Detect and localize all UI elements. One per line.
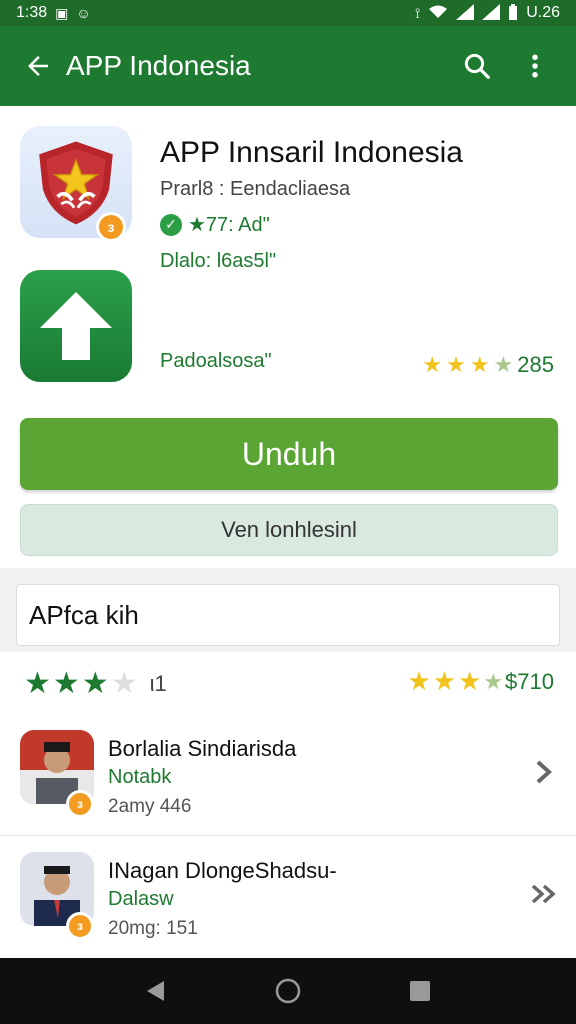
app-meta-text: ★77: Ad" xyxy=(188,214,270,236)
badge-icon: ɜ xyxy=(66,912,94,940)
rating-left-text: ι1 xyxy=(149,670,167,696)
app-meta: ✓ ★77: Ad" xyxy=(160,212,270,237)
nav-recents-button[interactable] xyxy=(400,971,440,1011)
list-item[interactable]: ɜ Borlalia Sindiarisda Notabk 2amy 446 xyxy=(0,714,576,836)
developer-list: ɜ Borlalia Sindiarisda Notabk 2amy 446 ɜ… xyxy=(0,714,576,958)
star-icon: ★ xyxy=(110,667,138,700)
more-options-button[interactable] xyxy=(512,43,558,89)
star-icon: ★ xyxy=(407,666,431,696)
app-title: APP Innsaril Indonesia xyxy=(160,136,463,169)
recents-square-icon xyxy=(410,981,430,1001)
app-publisher[interactable]: Padoalsosa" xyxy=(160,350,272,373)
search-icon xyxy=(464,53,490,79)
verified-icon: ✓ xyxy=(160,213,182,236)
list-item-role: Notabk xyxy=(108,766,172,788)
upload-arrow-icon[interactable] xyxy=(20,270,132,382)
star-icon: ★ xyxy=(52,667,80,700)
system-nav-bar xyxy=(0,958,576,1024)
star-icon: ★ xyxy=(422,352,443,377)
star-icon: ★ xyxy=(483,668,504,694)
star-icon: ★ xyxy=(432,666,456,696)
list-item-name: Borlalia Sindiarisda xyxy=(108,736,297,761)
status-bar: 1:38 ▣ ☺ ⟟ U.26 xyxy=(0,0,576,26)
nav-back-button[interactable] xyxy=(136,971,176,1011)
rating-right: ★ ★ ★ ★ $710 xyxy=(407,666,554,697)
list-item-role: Dalasw xyxy=(108,888,174,910)
vibrate-icon: ⟟ xyxy=(414,5,421,21)
app-details-card: ɜ APP Innsaril Indonesia Prarl8 : Eendac… xyxy=(0,106,576,568)
wifi-icon xyxy=(428,4,448,22)
more-vert-icon xyxy=(532,54,538,78)
download-button[interactable]: Unduh xyxy=(20,418,558,490)
status-right: ⟟ U.26 xyxy=(415,4,560,22)
rating-right-text: $710 xyxy=(505,668,554,694)
chevron-right-icon[interactable] xyxy=(530,758,558,786)
nav-home-button[interactable] xyxy=(268,971,308,1011)
star-icon: ★ xyxy=(81,667,109,700)
notification-icon: ▣ xyxy=(55,5,69,21)
app-rating-value: 285 xyxy=(517,352,554,377)
battery-icon xyxy=(508,4,518,22)
app-bar-title: APP Indonesia xyxy=(66,50,251,81)
star-icon: ★ xyxy=(469,352,490,377)
star-icon: ★ xyxy=(446,352,466,377)
search-button[interactable] xyxy=(454,43,500,89)
home-circle-icon xyxy=(275,978,301,1004)
badge-icon: ɜ xyxy=(66,790,94,818)
rating-left: ★ ★ ★ ★ ι1 xyxy=(24,666,167,701)
app-downloads: Dlalo: l6as5l" xyxy=(160,250,277,272)
status-time: 1:38 xyxy=(16,4,48,21)
status-battery-text: U.26 xyxy=(526,4,560,21)
star-icon: ★ xyxy=(493,352,514,377)
status-left: 1:38 ▣ ☺ xyxy=(16,4,91,22)
list-item[interactable]: ɜ INagan DlongeShadsu- Dalasw 20mg: 151 xyxy=(0,836,576,958)
list-item-name: INagan DlongeShadsu- xyxy=(108,858,337,883)
arrow-left-icon xyxy=(28,56,48,76)
double-chevron-right-icon[interactable] xyxy=(530,880,558,908)
app-subtitle: Prarl8 : Eendacliaesa xyxy=(160,178,351,200)
signal-2-icon xyxy=(482,4,501,22)
back-button[interactable] xyxy=(18,46,58,86)
list-item-meta: 20mg: 151 xyxy=(108,918,198,939)
secondary-button[interactable]: Ven lonhlesinl xyxy=(20,504,558,556)
back-triangle-icon xyxy=(147,981,164,1001)
ratings-row: ★ ★ ★ ★ ι1 ★ ★ ★ ★ $710 xyxy=(0,652,576,714)
section-title[interactable]: APfca kih xyxy=(16,584,560,646)
arrow-up-icon xyxy=(40,292,112,360)
android-icon: ☺ xyxy=(76,5,91,21)
star-icon: ★ xyxy=(458,666,482,696)
list-item-meta: 2amy 446 xyxy=(108,796,192,817)
signal-icon xyxy=(456,4,475,22)
app-bar: APP Indonesia xyxy=(0,26,576,106)
star-icon: ★ xyxy=(24,667,51,700)
app-rating: ★ ★ ★ ★ 285 xyxy=(422,352,554,378)
badge-icon: ɜ xyxy=(96,212,126,242)
